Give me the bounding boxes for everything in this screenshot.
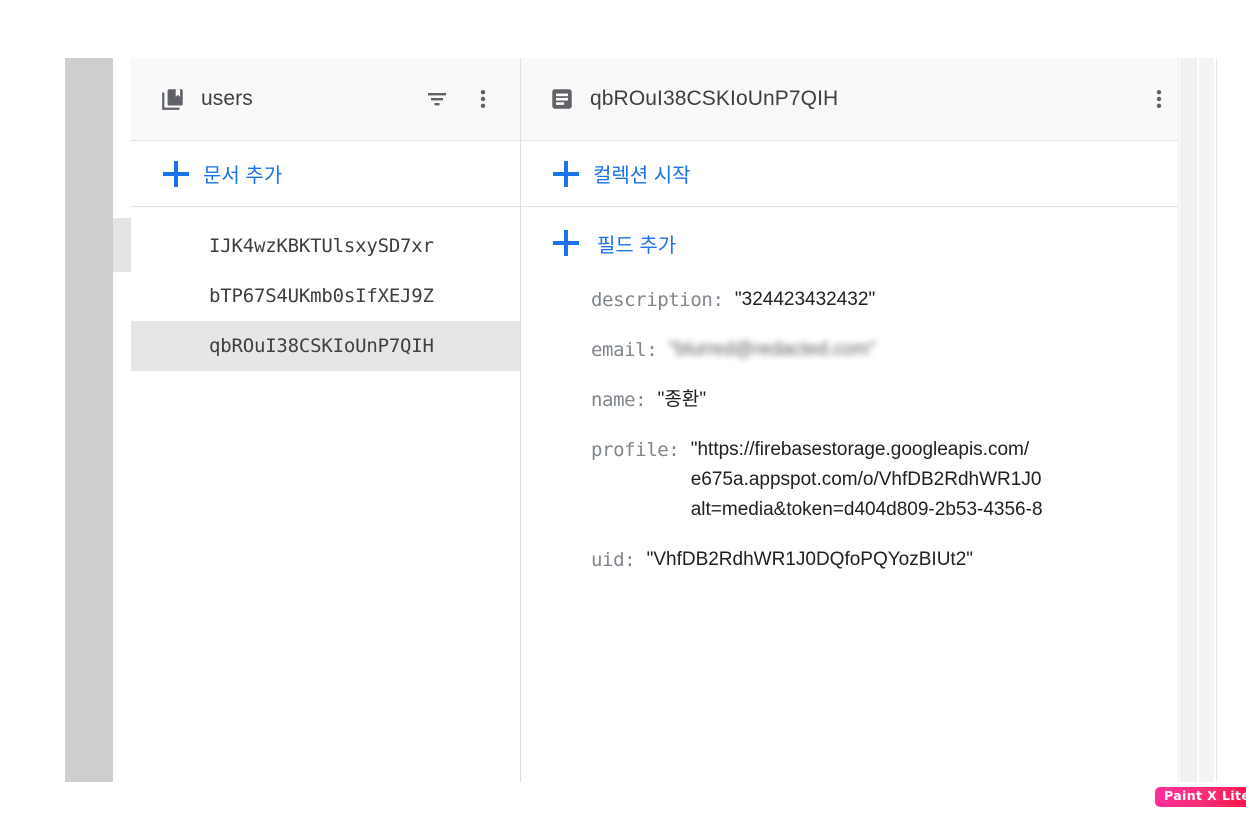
field-list: description : "324423432432" email : "bl…	[521, 279, 1196, 575]
field-colon: :	[624, 549, 636, 571]
outer-vertical-scrollbar[interactable]	[113, 58, 132, 782]
paint-x-lite-watermark: Paint X Lite	[1155, 787, 1246, 807]
list-item[interactable]: qbROuI38CSKIoUnP7QIH	[131, 321, 520, 371]
field-key: description	[591, 289, 713, 311]
field-value: "종환"	[657, 389, 707, 410]
document-id-list: IJK4wzKBKTUlsxySD7xr bTP67S4UKmb0sIfXEJ9…	[131, 207, 520, 371]
field-row[interactable]: description : "324423432432"	[521, 285, 1196, 315]
collection-pane: users 문서 추가 IJK4wzKBKTUlsxySD7xr bTP67S4…	[131, 58, 521, 782]
more-vert-icon[interactable]	[470, 86, 496, 112]
field-value: "324423432432"	[734, 289, 876, 310]
outer-scrollbar-thumb[interactable]	[113, 218, 131, 272]
page-vertical-scrollbar[interactable]	[1196, 58, 1217, 782]
plus-icon	[553, 160, 579, 187]
field-value-multiline: "https://firebasestorage.googleapis.com/…	[691, 435, 1196, 525]
add-document-label: 문서 추가	[203, 165, 283, 187]
add-field-label: 필드 추가	[597, 234, 677, 257]
field-colon: :	[635, 389, 647, 411]
field-key: name	[591, 389, 636, 411]
more-vert-icon[interactable]	[1146, 86, 1172, 112]
document-title: qbROuI38CSKIoUnP7QIH	[590, 87, 839, 110]
plus-icon	[553, 230, 579, 256]
field-value-line: alt=media&token=d404d809-2b53-4356-8	[690, 499, 1043, 520]
field-colon: :	[668, 439, 680, 461]
field-row[interactable]: name : "종환"	[521, 385, 1196, 415]
field-value-line: e675a.appspot.com/o/VhfDB2RdhWR1J0	[690, 469, 1042, 490]
plus-icon	[163, 160, 189, 187]
list-item[interactable]: bTP67S4UKmb0sIfXEJ9Z	[131, 271, 520, 321]
collection-pane-header: users	[131, 58, 520, 141]
field-key: email	[591, 339, 647, 361]
left-nav-slab	[65, 58, 113, 782]
filter-sort-icon[interactable]	[424, 86, 450, 112]
list-item[interactable]: IJK4wzKBKTUlsxySD7xr	[131, 221, 520, 271]
document-pane: qbROuI38CSKIoUnP7QIH 컬렉션 시작 필드 추가 descri…	[521, 58, 1196, 782]
start-collection-button[interactable]: 컬렉션 시작	[521, 141, 1196, 207]
collection-icon	[162, 89, 183, 110]
add-field-button[interactable]: 필드 추가	[521, 207, 1196, 279]
field-key: uid	[591, 549, 625, 571]
add-document-button[interactable]: 문서 추가	[131, 141, 520, 207]
field-value-line: "https://firebasestorage.googleapis.com/	[690, 439, 1030, 460]
field-colon: :	[646, 339, 658, 361]
collection-title: users	[201, 87, 253, 110]
field-row[interactable]: uid : "VhfDB2RdhWR1J0DQfoPQYozBIUt2"	[521, 545, 1196, 575]
document-pane-header: qbROuI38CSKIoUnP7QIH	[521, 58, 1196, 141]
field-colon: :	[712, 289, 724, 311]
document-pane-scrollbar[interactable]	[1178, 58, 1196, 782]
collection-header-actions	[424, 86, 520, 112]
firestore-panes: users 문서 추가 IJK4wzKBKTUlsxySD7xr bTP67S4…	[131, 58, 1196, 782]
screenshot-root: users 문서 추가 IJK4wzKBKTUlsxySD7xr bTP67S4…	[0, 0, 1246, 816]
field-value-redacted: "blurred@redacted.com"	[668, 339, 876, 360]
page-scrollbar-thumb[interactable]	[1199, 58, 1214, 782]
field-value: "VhfDB2RdhWR1J0DQfoPQYozBIUt2"	[646, 549, 974, 570]
field-key: profile	[591, 439, 669, 461]
document-icon	[552, 89, 572, 109]
document-scrollbar-thumb[interactable]	[1180, 58, 1196, 782]
field-row[interactable]: email : "blurred@redacted.com"	[521, 335, 1196, 365]
field-row[interactable]: profile : "https://firebasestorage.googl…	[521, 435, 1196, 525]
start-collection-label: 컬렉션 시작	[593, 165, 691, 187]
